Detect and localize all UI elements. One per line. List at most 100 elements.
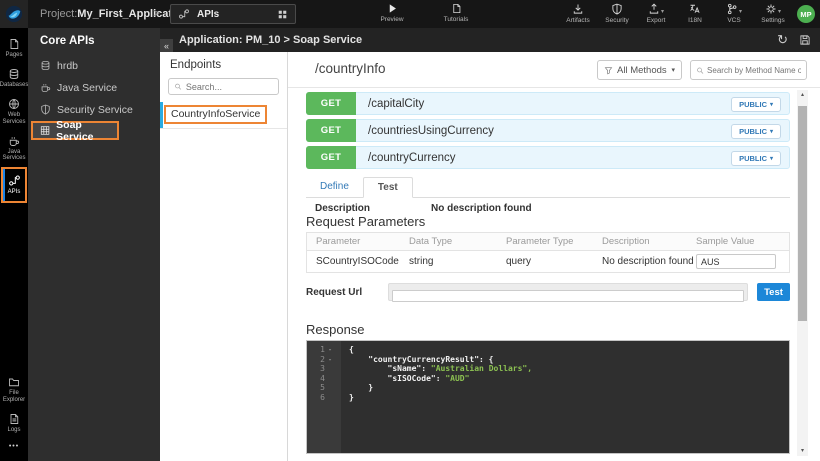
- method-search-input[interactable]: [707, 66, 801, 75]
- chevron-down-icon: ▾: [770, 102, 773, 108]
- sidebar-item-databases[interactable]: Databases: [1, 64, 27, 92]
- export-label: Export: [647, 17, 666, 24]
- fold-icon: [325, 393, 335, 403]
- settings-button[interactable]: ▾ Settings: [758, 3, 788, 24]
- core-api-item-soap-service[interactable]: Soap Service: [31, 121, 119, 140]
- editor-gutter: 1- 2- 3 4 5 6: [307, 341, 341, 453]
- data-type-cell: string: [407, 256, 504, 267]
- tab-define[interactable]: Define: [306, 176, 363, 197]
- endpoints-search[interactable]: [168, 78, 279, 95]
- chevron-down-icon: ▾: [661, 9, 664, 15]
- selected-indicator: [160, 102, 163, 128]
- core-api-item-label: Soap Service: [56, 119, 117, 143]
- sidebar-item-label: Web Services: [1, 112, 27, 126]
- endpoint-path: /capitalCity: [368, 98, 424, 110]
- shield-icon: [611, 3, 623, 15]
- vcs-button[interactable]: ▾ VCS: [719, 3, 749, 24]
- response-heading: Response: [306, 322, 365, 337]
- access-level-dropdown[interactable]: PUBLIC▾: [731, 97, 781, 112]
- core-api-item-java-service[interactable]: Java Service: [28, 77, 160, 98]
- preview-button[interactable]: Preview: [368, 3, 416, 23]
- top-bar: Project:My_First_Application > APIs Prev…: [0, 0, 820, 28]
- endpoint-service-label: CountryInfoService: [164, 105, 267, 124]
- endpoints-search-input[interactable]: [186, 82, 273, 92]
- test-button[interactable]: Test: [757, 283, 790, 301]
- fold-icon: [325, 383, 335, 393]
- user-avatar[interactable]: MP: [797, 5, 815, 23]
- core-api-item-security-service[interactable]: Security Service: [28, 99, 160, 120]
- tutorials-button[interactable]: Tutorials: [432, 3, 480, 23]
- endpoint-service-item[interactable]: CountryInfoService: [160, 103, 287, 129]
- shield-icon: [40, 104, 51, 115]
- tab-test[interactable]: Test: [363, 177, 413, 198]
- sidebar-item-label: File Explorer: [1, 390, 27, 404]
- response-code-editor[interactable]: 1- 2- 3 4 5 6 { "countryCurrencyResult":…: [306, 340, 790, 454]
- settings-label: Settings: [761, 17, 785, 24]
- preview-label: Preview: [380, 16, 403, 23]
- sidebar-item-pages[interactable]: Pages: [1, 34, 27, 62]
- sidebar-item-label: Databases: [0, 82, 28, 89]
- app-window: Project:My_First_Application > APIs Prev…: [0, 0, 820, 461]
- refresh-icon[interactable]: ↻: [777, 32, 788, 48]
- translate-icon: [689, 3, 701, 15]
- artifacts-button[interactable]: Artifacts: [563, 3, 593, 24]
- line-number: 1: [307, 345, 325, 355]
- i18n-button[interactable]: I18N: [680, 3, 710, 24]
- method-search[interactable]: [690, 60, 807, 80]
- core-apis-title: Core APIs: [28, 28, 160, 54]
- database-icon: [8, 68, 20, 80]
- sample-value-input[interactable]: [696, 254, 776, 269]
- sidebar-item-file-explorer[interactable]: File Explorer: [1, 372, 27, 407]
- application-title: Application: PM_10 > Soap Service: [179, 34, 362, 46]
- vertical-scrollbar[interactable]: ▴ ▾: [797, 90, 808, 456]
- fold-icon[interactable]: -: [325, 355, 335, 365]
- export-button[interactable]: ▾ Export: [641, 3, 671, 24]
- scrollbar-thumb[interactable]: [798, 106, 807, 321]
- chevron-down-icon: ▾: [778, 9, 781, 15]
- coffee-icon: [8, 135, 20, 147]
- funnel-icon: [604, 66, 613, 75]
- wavemaker-logo-icon: [5, 5, 23, 23]
- sidebar-more-button[interactable]: •••: [1, 439, 27, 453]
- editor-code-area[interactable]: { "countryCurrencyResult": { "sName": "A…: [341, 341, 789, 453]
- param-name-cell: SCountryISOCode: [307, 256, 407, 267]
- search-icon: [696, 66, 704, 75]
- request-url-field-wrap: [388, 283, 748, 301]
- sidebar-item-logs[interactable]: Logs: [1, 409, 27, 437]
- app-logo[interactable]: [0, 0, 28, 28]
- tutorials-doc-icon: [451, 3, 462, 14]
- i18n-label: I18N: [688, 17, 702, 24]
- core-api-item-hrdb[interactable]: hrdb: [28, 55, 160, 76]
- endpoint-path: /countriesUsingCurrency: [368, 125, 494, 137]
- chevron-right-icon: >: [153, 6, 160, 20]
- column-header: Sample Value: [694, 236, 789, 247]
- core-apis-panel: Core APIs hrdb Java Service Security Ser…: [28, 28, 160, 461]
- access-level-dropdown[interactable]: PUBLIC▾: [731, 124, 781, 139]
- folder-icon: [8, 376, 20, 388]
- endpoint-card-capitalcity[interactable]: GET /capitalCity PUBLIC▾: [306, 92, 790, 115]
- sidebar-item-web-services[interactable]: Web Services: [1, 94, 27, 129]
- security-button[interactable]: Security: [602, 3, 632, 24]
- scroll-up-arrow[interactable]: ▴: [797, 90, 808, 100]
- detail-tabs: Define Test: [306, 177, 790, 198]
- sidebar-item-java-services[interactable]: Java Services: [1, 131, 27, 166]
- sample-value-cell: [694, 254, 789, 269]
- line-number: 4: [307, 374, 325, 384]
- endpoints-title: Endpoints: [160, 52, 287, 71]
- endpoint-card-countrycurrency[interactable]: GET /countryCurrency PUBLIC▾: [306, 146, 790, 169]
- line-number: 2: [307, 355, 325, 365]
- endpoint-card-countriesusingcurrency[interactable]: GET /countriesUsingCurrency PUBLIC▾: [306, 119, 790, 142]
- artifacts-label: Artifacts: [566, 17, 589, 24]
- collapse-panel-button[interactable]: «: [160, 39, 173, 53]
- access-level-dropdown[interactable]: PUBLIC▾: [731, 151, 781, 166]
- table-header-row: Parameter Data Type Parameter Type Descr…: [307, 233, 789, 251]
- line-number: 6: [307, 393, 325, 403]
- save-icon[interactable]: [799, 34, 811, 46]
- project-breadcrumb: Project:My_First_Application: [40, 8, 189, 20]
- resource-selector[interactable]: APIs: [170, 4, 296, 24]
- fold-icon[interactable]: -: [325, 345, 335, 355]
- request-url-input[interactable]: [392, 290, 744, 302]
- methods-filter-dropdown[interactable]: All Methods ▾: [597, 60, 682, 80]
- sidebar-item-apis[interactable]: APIs: [1, 167, 27, 203]
- scroll-down-arrow[interactable]: ▾: [797, 446, 808, 456]
